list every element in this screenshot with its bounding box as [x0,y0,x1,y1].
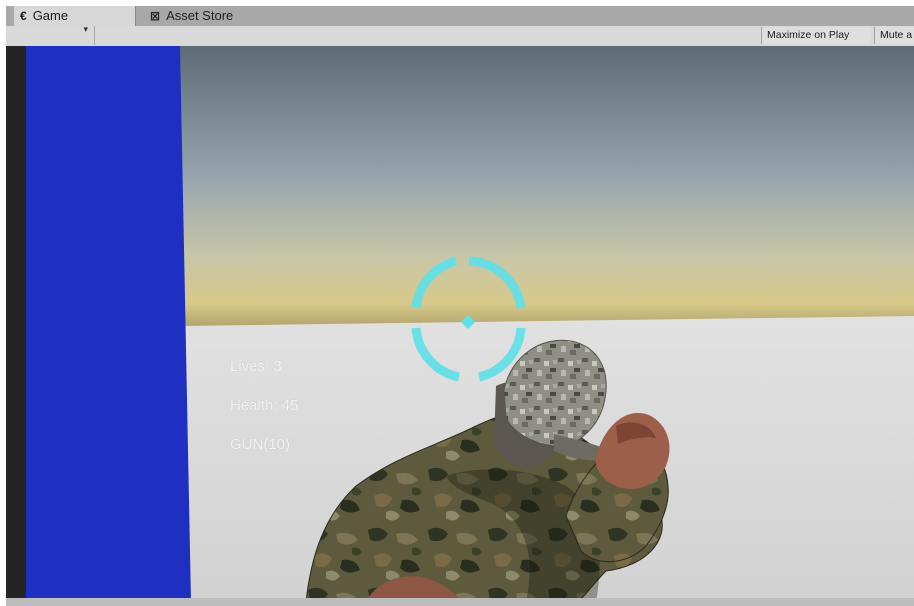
display-dropdown[interactable]: ▾ [14,24,95,45]
bottom-bar [6,598,914,606]
maximize-on-play-button[interactable]: Maximize on Play [761,27,871,44]
weapon-ammo: GUN(10) [230,436,291,453]
tab-game[interactable]: € Game [14,6,136,26]
lives-counter: Lives: 3 [230,358,282,375]
mute-audio-button[interactable]: Mute a [874,27,914,44]
asset-store-icon: ⊠ [150,9,161,23]
tab-asset-store-label: Asset Store [166,8,234,23]
blue-wall [26,46,191,602]
game-scene [6,46,914,602]
health-counter: Health: 45 [230,397,299,414]
tab-game-label: Game [32,8,69,23]
left-strip [6,46,26,602]
tab-strip: € Game ⊠ Asset Store [6,6,914,26]
game-viewport[interactable]: Lives: 3 Health: 45 GUN(10) [6,46,914,602]
tab-asset-store[interactable]: ⊠ Asset Store [136,6,366,26]
game-icon: € [20,9,27,23]
game-toolbar: ▾ Maximize on Play Mute a [6,24,914,47]
chevron-down-icon: ▾ [83,24,88,34]
